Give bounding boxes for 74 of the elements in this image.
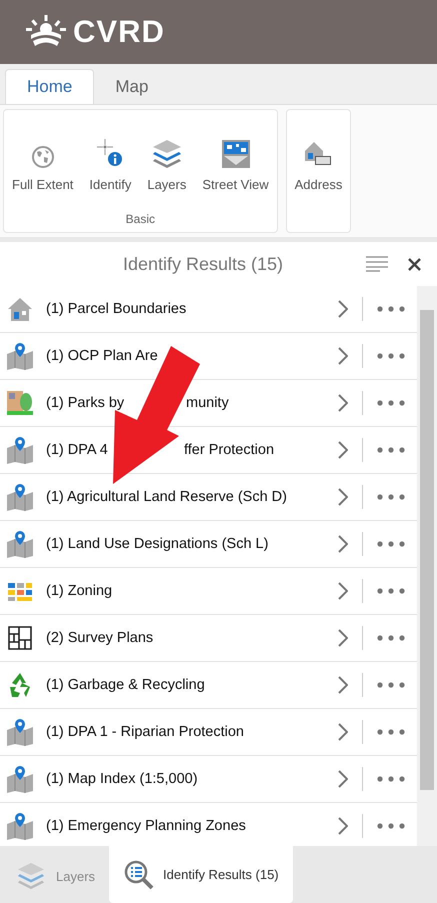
map-pin-icon — [6, 530, 34, 558]
sun-logo-icon — [25, 15, 67, 49]
more-icon[interactable] — [377, 682, 405, 688]
more-icon[interactable] — [377, 729, 405, 735]
result-row[interactable]: (1) Garbage & Recycling — [0, 662, 417, 709]
more-icon[interactable] — [377, 635, 405, 641]
result-label: ffer Protection — [184, 442, 274, 458]
result-row[interactable]: (1) Zoning — [0, 568, 417, 615]
bottom-tab[interactable]: Identify Results (15) — [109, 846, 293, 903]
chevron-right-icon[interactable] — [338, 673, 363, 697]
result-label: (1) Emergency Planning Zones — [46, 818, 246, 834]
chevron-right-icon[interactable] — [338, 297, 363, 321]
more-icon[interactable] — [377, 776, 405, 782]
map-pin-icon — [6, 342, 34, 370]
map-pin-icon — [6, 812, 34, 840]
result-label: munity — [186, 395, 229, 411]
result-label: (1) Parks by — [46, 395, 126, 411]
chevron-right-icon[interactable] — [338, 720, 363, 744]
tool-button[interactable]: Identify — [81, 114, 140, 192]
more-icon[interactable] — [377, 447, 405, 453]
result-row[interactable]: (1) Land Use Designations (Sch L) — [0, 521, 417, 568]
list-options-icon[interactable] — [366, 256, 388, 272]
result-row[interactable]: (1) DPA 1 - Riparian Protection — [0, 709, 417, 756]
result-row[interactable]: (1) Map Index (1:5,000) — [0, 756, 417, 803]
scrollbar[interactable] — [417, 286, 437, 846]
result-label: (1) Agricultural Land Reserve (Sch D) — [46, 489, 287, 505]
tool-button[interactable]: Layers — [139, 114, 194, 192]
chevron-right-icon[interactable] — [338, 438, 363, 462]
survey-grid-icon — [6, 624, 34, 652]
result-row[interactable]: (2) Survey Plans — [0, 615, 417, 662]
result-label: (1) Parcel Boundaries — [46, 301, 186, 317]
map-pin-icon — [6, 718, 34, 746]
result-label: (1) Map Index (1:5,000) — [46, 771, 198, 787]
map-pin-icon — [6, 765, 34, 793]
chevron-right-icon[interactable] — [338, 485, 363, 509]
result-label: (1) Garbage & Recycling — [46, 677, 205, 693]
chevron-right-icon[interactable] — [338, 391, 363, 415]
search-list-icon — [123, 858, 156, 890]
map-pin-icon — [6, 436, 34, 464]
result-label: (1) DPA 1 - Riparian Protection — [46, 724, 244, 740]
more-icon[interactable] — [377, 588, 405, 594]
result-label: (1) Land Use Designations (Sch L) — [46, 536, 268, 552]
chevron-right-icon[interactable] — [338, 344, 363, 368]
chevron-right-icon[interactable] — [338, 626, 363, 650]
ribbon-tab[interactable]: Home — [5, 69, 94, 104]
more-icon[interactable] — [377, 400, 405, 406]
tool-button[interactable]: Street View — [194, 114, 277, 192]
result-label: (1) OCP Plan Are — [46, 348, 158, 364]
result-label: (1) Zoning — [46, 583, 112, 599]
more-icon[interactable] — [377, 823, 405, 829]
layers-icon — [152, 139, 182, 169]
group-label: Basic — [126, 212, 155, 226]
result-row[interactable]: (1) Parcel Boundaries — [0, 286, 417, 333]
chevron-right-icon[interactable] — [338, 767, 363, 791]
logo-text: CVRD — [73, 14, 165, 50]
more-icon[interactable] — [377, 306, 405, 312]
map-pin-icon — [6, 483, 34, 511]
ribbon-tab[interactable]: Map — [94, 70, 170, 104]
street-view-icon — [220, 139, 250, 169]
house-icon — [6, 295, 34, 323]
park-map-icon — [6, 389, 34, 417]
result-label: (2) Survey Plans — [46, 630, 154, 646]
panel-title: Identify Results (15) — [122, 254, 284, 274]
more-icon[interactable] — [377, 353, 405, 359]
more-icon[interactable] — [377, 541, 405, 547]
close-icon[interactable] — [408, 258, 421, 270]
chevron-right-icon[interactable] — [338, 814, 363, 838]
more-icon[interactable] — [377, 494, 405, 500]
tool-button[interactable]: Address — [286, 114, 350, 192]
tool-button[interactable]: Full Extent — [4, 114, 82, 192]
chevron-right-icon[interactable] — [338, 579, 363, 603]
result-label: (1) DPA 4 — [46, 442, 109, 458]
chevron-right-icon[interactable] — [338, 532, 363, 556]
globe-icon — [30, 145, 55, 169]
